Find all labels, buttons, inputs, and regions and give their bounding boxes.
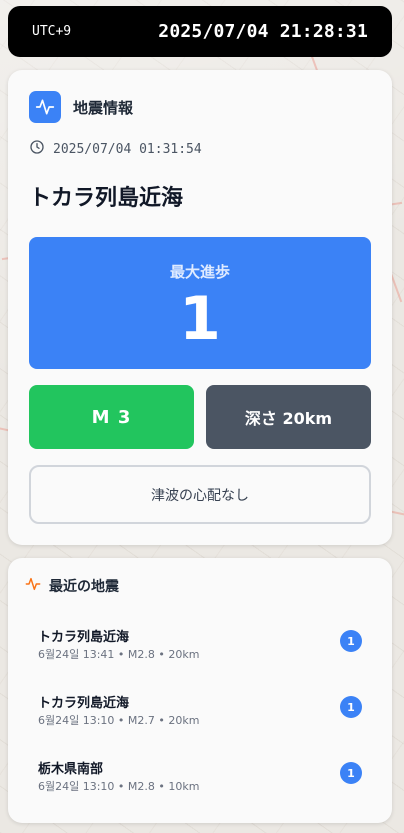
depth-badge: 深さ 20km xyxy=(206,385,371,449)
list-item[interactable]: トカラ列島近海 6월24일 13:10 • M2.7 • 20km 1 xyxy=(16,680,384,746)
event-time-row: 2025/07/04 01:31:54 xyxy=(29,139,202,159)
quake-details: 6월24일 13:10 • M2.7 • 20km xyxy=(38,714,200,727)
pulse-icon xyxy=(29,91,61,123)
magnitude-badge: M 3 xyxy=(29,385,194,449)
intensity-badge: 1 xyxy=(340,630,362,652)
list-item[interactable]: 栃木県南部 6월24일 13:10 • M2.8 • 10km 1 xyxy=(16,746,384,812)
activity-icon xyxy=(25,576,41,596)
clock-icon xyxy=(29,139,45,159)
recent-list: トカラ列島近海 6월24일 13:41 • M2.8 • 20km 1 トカラ列… xyxy=(16,614,384,812)
max-intensity-value: 1 xyxy=(179,284,221,354)
intensity-badge: 1 xyxy=(340,696,362,718)
quake-details: 6월24일 13:41 • M2.8 • 20km xyxy=(38,648,200,661)
recent-title: 最近の地震 xyxy=(49,579,119,595)
current-datetime: 2025/07/04 21:28:31 xyxy=(158,21,368,42)
tsunami-status: 津波の心配なし xyxy=(29,465,371,524)
list-item[interactable]: トカラ列島近海 6월24일 13:41 • M2.8 • 20km 1 xyxy=(16,614,384,680)
quake-location: 栃木県南部 xyxy=(38,762,104,777)
clock-bar: UTC+9 2025/07/04 21:28:31 xyxy=(8,6,392,57)
quake-location: トカラ列島近海 xyxy=(38,630,130,645)
intensity-badge: 1 xyxy=(340,762,362,784)
epicenter-location: トカラ列島近海 xyxy=(29,186,184,211)
earthquake-info-card: 地震情報 2025/07/04 01:31:54 トカラ列島近海 最大進歩 1 … xyxy=(8,70,392,545)
max-intensity-panel: 最大進歩 1 xyxy=(29,237,371,369)
quake-details: 6월24일 13:10 • M2.8 • 10km xyxy=(38,780,200,793)
info-header: 地震情報 xyxy=(29,91,133,123)
event-time: 2025/07/04 01:31:54 xyxy=(53,141,202,157)
quake-location: トカラ列島近海 xyxy=(38,696,130,711)
info-title: 地震情報 xyxy=(73,98,134,117)
recent-header: 最近の地震 xyxy=(25,576,119,596)
recent-earthquakes-card: 最近の地震 トカラ列島近海 6월24일 13:41 • M2.8 • 20km … xyxy=(8,558,392,823)
max-intensity-label: 最大進歩 xyxy=(169,263,230,281)
timezone-label: UTC+9 xyxy=(32,24,72,39)
